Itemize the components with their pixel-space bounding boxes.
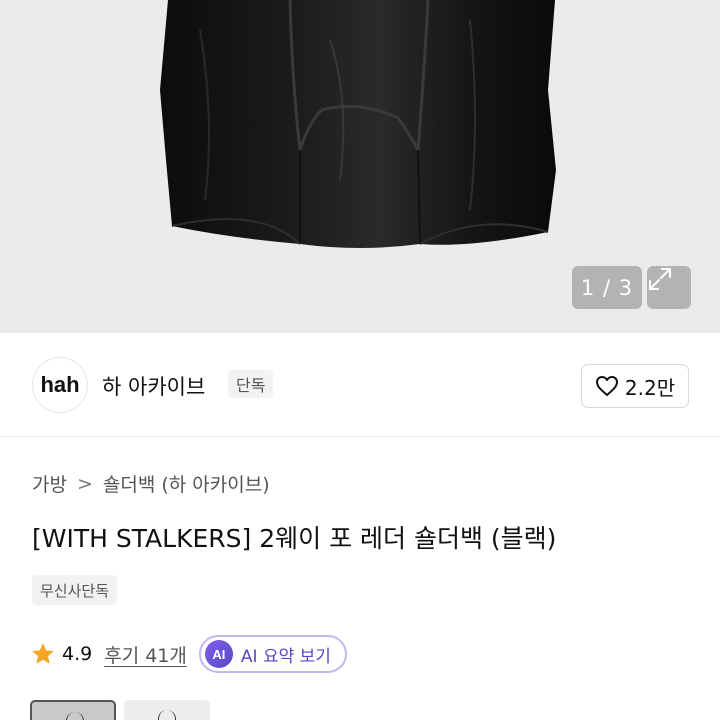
breadcrumb: 가방 > 숄더백 (하 아카이브) (32, 470, 270, 497)
brand-row: hah 하 아카이브 단독 2.2만 (0, 333, 720, 437)
breadcrumb-item-shoulder-bag[interactable]: 숄더백 (하 아카이브) (103, 470, 270, 497)
heart-icon (595, 376, 618, 396)
expand-icon (649, 268, 671, 290)
musinsa-exclusive-tag: 무신사단독 (32, 575, 118, 605)
product-image-carousel[interactable]: 1 / 3 (0, 0, 720, 333)
rating-row: 4.9 후기 41개 AI AI 요약 보기 (30, 634, 347, 674)
brand-like-button[interactable]: 2.2만 (581, 364, 689, 408)
ai-summary-label: AI 요약 보기 (240, 646, 331, 667)
chevron-right-icon: > (76, 472, 93, 495)
brand-logo[interactable]: hah (32, 357, 88, 413)
breadcrumb-item-bags[interactable]: 가방 (32, 470, 67, 497)
image-counter: 1 / 3 (572, 266, 642, 309)
expand-button[interactable] (647, 266, 691, 309)
rating-score: 4.9 (62, 643, 93, 665)
like-count: 2.2만 (624, 375, 676, 400)
star-icon (32, 643, 54, 664)
brand-name[interactable]: 하 아카이브 (102, 371, 205, 401)
ai-icon: AI (204, 640, 233, 668)
ai-summary-button[interactable]: AI AI 요약 보기 (198, 635, 347, 673)
thumbnail-option[interactable] (124, 700, 210, 720)
exclusive-badge: 단독 (228, 370, 274, 398)
thumbnail-black[interactable] (30, 700, 116, 720)
reviews-link[interactable]: 후기 41개 (104, 641, 187, 668)
color-thumbnails (30, 700, 210, 720)
product-title: [WITH STALKERS] 2웨이 포 레더 숄더백 (블랙) (32, 524, 557, 553)
